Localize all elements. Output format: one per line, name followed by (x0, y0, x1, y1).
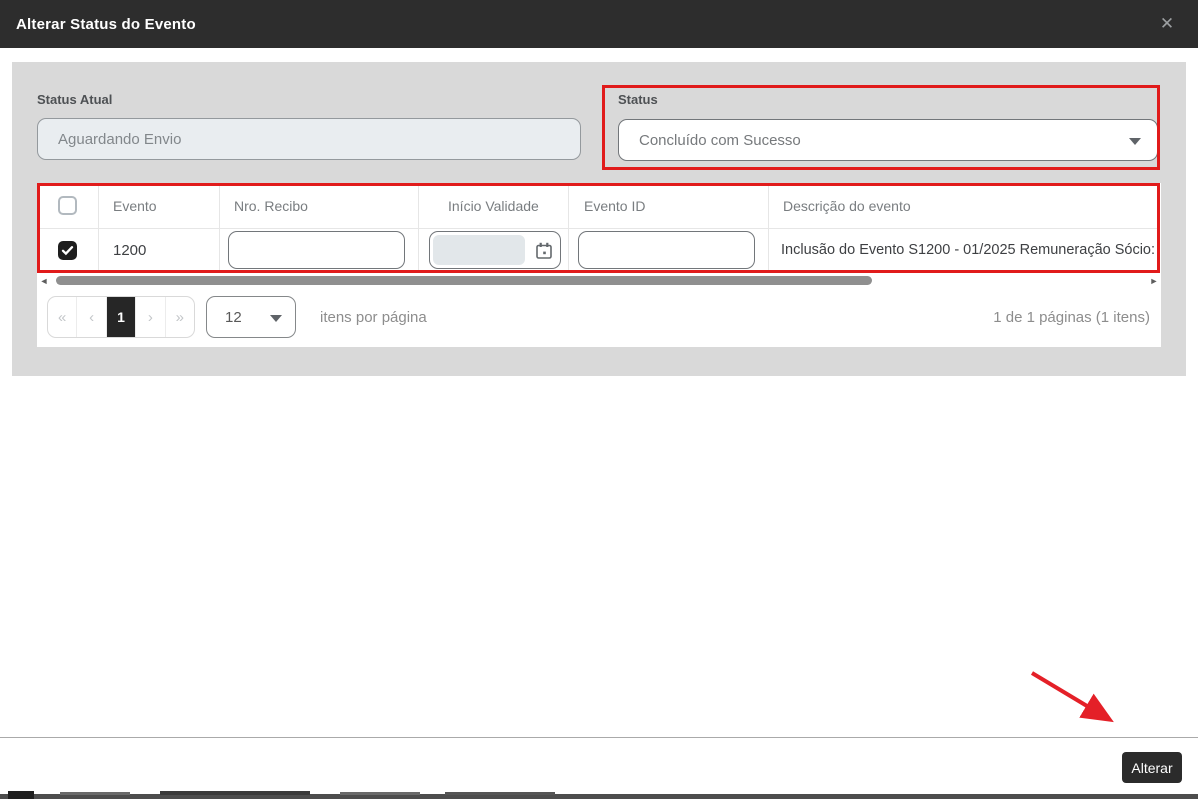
inicio-validade-input (433, 235, 525, 265)
clipped-background-fragment (340, 792, 420, 795)
evento-id-input[interactable] (578, 231, 755, 269)
annotation-arrow-icon (1030, 671, 1114, 723)
modal-header: Alterar Status do Evento ✕ (0, 0, 1198, 48)
close-icon[interactable]: ✕ (1149, 0, 1185, 48)
cell-evento: 1200 (113, 241, 147, 259)
page-size-value: 12 (225, 308, 242, 326)
page-last-button[interactable]: » (164, 297, 194, 337)
nro-recibo-input[interactable] (228, 231, 405, 269)
page-summary: 1 de 1 páginas (1 itens) (993, 308, 1150, 326)
chevron-down-icon (1129, 138, 1141, 145)
col-header-nro-recibo: Nro. Recibo (234, 197, 308, 214)
check-icon (61, 245, 74, 255)
status-select[interactable]: Concluído com Sucesso (618, 119, 1158, 161)
checkbox-checked[interactable] (58, 240, 77, 260)
event-table: Evento Nro. Recibo Início Validade Event… (37, 183, 1160, 272)
status-label: Status (618, 92, 658, 107)
footer-divider (0, 737, 1198, 738)
col-header-evento: Evento (113, 197, 157, 214)
clipped-background-fragment (445, 792, 555, 795)
page-prev-button[interactable]: ‹ (76, 297, 105, 337)
col-header-descricao: Descrição do evento (783, 197, 911, 214)
items-per-page-label: itens por página (320, 308, 427, 326)
checkbox-unchecked[interactable] (58, 196, 77, 215)
select-all-checkbox[interactable] (58, 183, 77, 228)
clipped-background-fragment (8, 791, 34, 799)
inicio-validade-datepicker[interactable] (429, 231, 561, 269)
scroll-right-icon[interactable]: ► (1149, 274, 1159, 287)
horizontal-scrollbar[interactable]: ◄ ► (37, 274, 1161, 287)
calendar-icon[interactable] (535, 242, 553, 260)
alterar-button[interactable]: Alterar (1122, 752, 1182, 783)
chevron-down-icon (270, 315, 282, 322)
pager: « ‹ 1 › » (47, 296, 195, 338)
row-checkbox[interactable] (58, 228, 77, 272)
page-number-button[interactable]: 1 (105, 297, 136, 337)
scroll-left-icon[interactable]: ◄ (39, 274, 49, 287)
status-select-value: Concluído com Sucesso (639, 131, 801, 149)
col-header-inicio-validade: Início Validade (448, 197, 539, 214)
status-atual-label: Status Atual (37, 92, 113, 107)
scrollbar-thumb[interactable] (56, 276, 872, 285)
col-header-evento-id: Evento ID (584, 197, 646, 214)
cell-descricao: Inclusão do Evento S1200 - 01/2025 Remun… (781, 242, 1159, 258)
page-next-button[interactable]: › (135, 297, 164, 337)
page-size-select[interactable]: 12 (206, 296, 296, 338)
modal-title: Alterar Status do Evento (16, 15, 196, 33)
status-atual-input[interactable] (37, 118, 581, 160)
clipped-background-fragment (60, 792, 130, 795)
page-first-button[interactable]: « (48, 297, 76, 337)
clipped-background-fragment (160, 791, 310, 795)
